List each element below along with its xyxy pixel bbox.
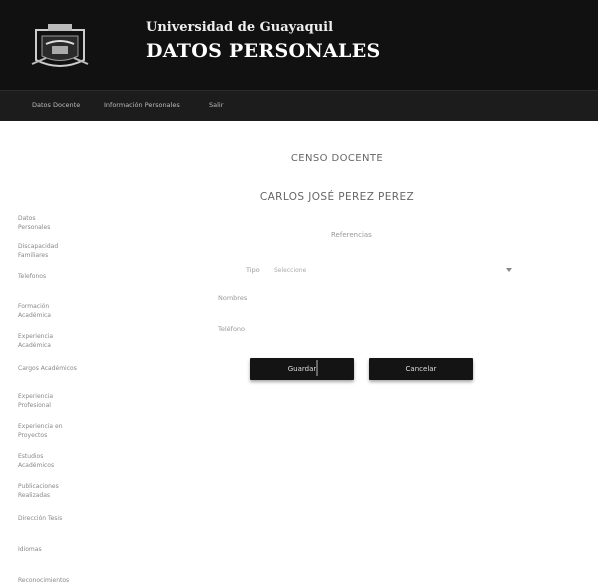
page-title: DATOS PERSONALES [146, 40, 381, 62]
sidebar-item-direccion-tesis[interactable]: Dirección Tesis [18, 514, 108, 523]
telefono-label: Teléfono [218, 325, 246, 333]
nav-datos-docente[interactable]: Datos Docente [32, 101, 80, 109]
nombres-label: Nombres [218, 294, 248, 302]
sidebar-item-datos-personales[interactable]: Datos Personales [18, 214, 108, 232]
sidebar-item-experiencia-proyectos[interactable]: Experiencia en Proyectos [18, 422, 108, 440]
save-button[interactable]: Guardar [250, 358, 354, 380]
sidebar-item-publicaciones[interactable]: Publicaciones Realizadas [18, 482, 108, 500]
sidebar-item-formacion[interactable]: Formación Académica [18, 302, 108, 320]
tipo-select-value: Seleccione [274, 267, 307, 274]
university-logo-icon [30, 18, 90, 74]
chevron-down-icon [506, 268, 512, 272]
mouse-cursor [316, 360, 318, 376]
sidebar-item-experiencia-profesional[interactable]: Experiencia Profesional [18, 392, 108, 410]
sidebar-item-reconocimientos[interactable]: Reconocimientos [18, 576, 108, 585]
sidebar-item-idiomas[interactable]: Idiomas [18, 545, 108, 554]
tipo-label: Tipo [246, 266, 260, 274]
sidebar-item-experiencia-academica[interactable]: Experiencia Académica [18, 332, 108, 350]
sidebar-item-telefonos[interactable]: Telefonos [18, 272, 108, 281]
tipo-select[interactable]: Seleccione [274, 265, 514, 279]
top-nav: Datos Docente Información Personales Sal… [0, 90, 598, 121]
cancel-button[interactable]: Cancelar [369, 358, 473, 380]
nav-informacion-personales[interactable]: Información Personales [104, 101, 180, 109]
census-title: CENSO DOCENTE [290, 153, 384, 164]
teacher-name: CARLOS JOSÉ PEREZ PEREZ [259, 191, 415, 203]
section-title: Referencias [331, 231, 372, 239]
sidebar-item-discapacidad[interactable]: Discapacidad Familiares [18, 242, 108, 260]
nav-salir[interactable]: Salir [209, 101, 223, 109]
sidebar-item-estudios[interactable]: Estudios Académicos [18, 452, 108, 470]
app-header: Universidad de Guayaquil DATOS PERSONALE… [0, 0, 598, 90]
university-name: Universidad de Guayaquil [146, 20, 334, 35]
sidebar-item-cargos-academicos[interactable]: Cargos Académicos [18, 364, 108, 373]
